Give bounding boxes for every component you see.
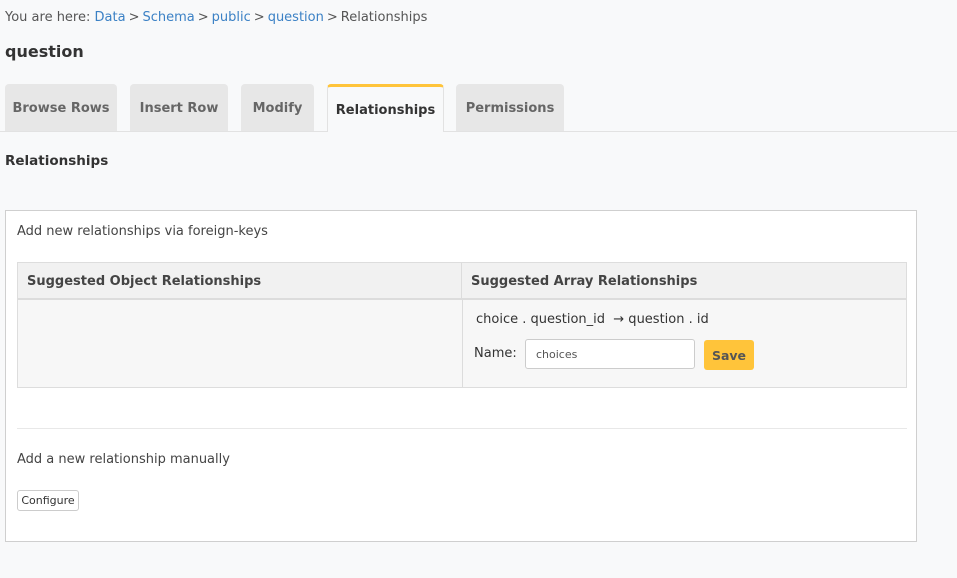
breadcrumb-prefix: You are here: [5, 10, 91, 25]
breadcrumb-link-public[interactable]: public [212, 10, 251, 25]
relationships-panel: Add new relationships via foreign-keys S… [5, 210, 917, 542]
save-button[interactable]: Save [704, 340, 754, 370]
breadcrumb-link-data[interactable]: Data [95, 10, 126, 25]
breadcrumb-separator: > [128, 10, 140, 25]
suggested-relationships-table: Suggested Object Relationships Suggested… [17, 262, 907, 388]
breadcrumb-separator: > [326, 10, 338, 25]
tab-bar: Browse Rows Insert Row Modify Relationsh… [0, 84, 957, 132]
column-divider [462, 300, 463, 387]
breadcrumb-current: Relationships [340, 10, 428, 25]
configure-button[interactable]: Configure [17, 490, 79, 511]
tab-relationships[interactable]: Relationships [327, 84, 444, 132]
object-relationships-header: Suggested Object Relationships [18, 263, 462, 300]
relationship-name-input[interactable] [525, 339, 695, 369]
page-title: question [5, 42, 84, 61]
foreign-key-label: Add new relationships via foreign-keys [17, 224, 268, 239]
breadcrumb: You are here: Data > Schema > public > questio… [5, 10, 427, 25]
breadcrumb-separator: > [197, 10, 209, 25]
section-divider [17, 428, 907, 429]
tab-modify[interactable]: Modify [241, 84, 314, 131]
name-label: Name: [474, 346, 517, 361]
breadcrumb-link-question[interactable]: question [268, 10, 324, 25]
table-header: Suggested Object Relationships Suggested… [18, 263, 906, 300]
tab-insert-row[interactable]: Insert Row [130, 84, 228, 131]
breadcrumb-link-schema[interactable]: Schema [142, 10, 194, 25]
relationship-mapping: choice . question_id → question . id [476, 312, 709, 327]
tab-permissions[interactable]: Permissions [456, 84, 564, 131]
array-relationships-header: Suggested Array Relationships [471, 274, 698, 289]
tab-browse-rows[interactable]: Browse Rows [5, 84, 117, 131]
manual-relationship-label: Add a new relationship manually [17, 452, 230, 467]
section-title: Relationships [5, 153, 109, 169]
breadcrumb-separator: > [253, 10, 265, 25]
